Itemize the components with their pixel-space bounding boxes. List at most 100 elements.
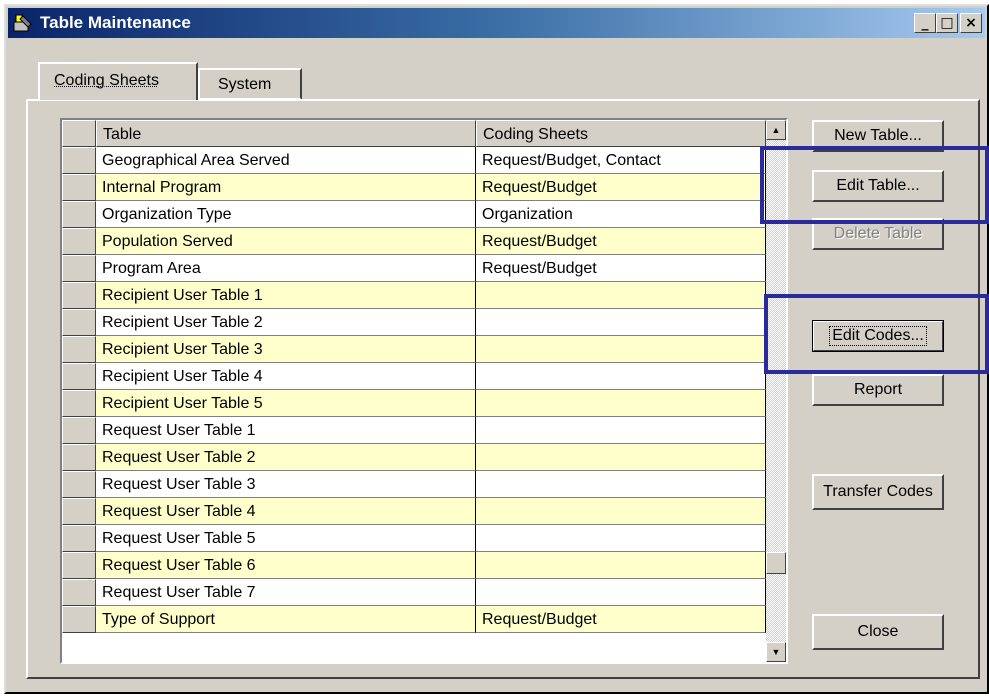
cell-table-name[interactable]: Request User Table 2	[96, 444, 476, 471]
title-bar[interactable]: Table Maintenance _ □ ×	[8, 8, 985, 38]
cell-coding-sheets[interactable]	[476, 498, 766, 525]
cell-table-name[interactable]: Request User Table 3	[96, 471, 476, 498]
minimize-icon: _	[921, 15, 929, 31]
cell-coding-sheets[interactable]	[476, 444, 766, 471]
report-label: Report	[853, 381, 903, 398]
cell-table-name[interactable]: Internal Program	[96, 174, 476, 201]
cell-coding-sheets[interactable]	[476, 579, 766, 606]
table-row[interactable]: Type of Support Request/Budget	[62, 606, 766, 633]
row-selector[interactable]	[62, 336, 96, 363]
table-row[interactable]: Recipient User Table 1	[62, 282, 766, 309]
table-row[interactable]: Recipient User Table 3	[62, 336, 766, 363]
cell-coding-sheets[interactable]	[476, 309, 766, 336]
tables-grid[interactable]: Table Coding Sheets Geographical Area Se…	[60, 118, 788, 664]
transfer-codes-label: Transfer Codes	[823, 483, 933, 500]
row-selector[interactable]	[62, 390, 96, 417]
arrow-up-icon: ▲	[771, 125, 781, 135]
table-row[interactable]: Request User Table 5	[62, 525, 766, 552]
maximize-button[interactable]: □	[936, 13, 958, 33]
row-selector[interactable]	[62, 255, 96, 282]
column-header-table[interactable]: Table	[96, 120, 476, 147]
cell-coding-sheets[interactable]	[476, 417, 766, 444]
table-row[interactable]: Recipient User Table 2	[62, 309, 766, 336]
cell-table-name[interactable]: Geographical Area Served	[96, 147, 476, 174]
table-row[interactable]: Recipient User Table 4	[62, 363, 766, 390]
row-selector[interactable]	[62, 147, 96, 174]
cell-coding-sheets[interactable]	[476, 390, 766, 417]
cell-coding-sheets[interactable]: Request/Budget, Contact	[476, 147, 766, 174]
cell-coding-sheets[interactable]: Request/Budget	[476, 174, 766, 201]
cell-coding-sheets[interactable]	[476, 336, 766, 363]
table-row[interactable]: Request User Table 1	[62, 417, 766, 444]
row-selector[interactable]	[62, 606, 96, 633]
cell-coding-sheets[interactable]	[476, 525, 766, 552]
tab-coding-sheets-label: Coding Sheets	[54, 72, 159, 89]
cell-coding-sheets[interactable]: Request/Budget	[476, 228, 766, 255]
scroll-up-button[interactable]: ▲	[766, 120, 786, 140]
cell-table-name[interactable]: Recipient User Table 1	[96, 282, 476, 309]
row-selector[interactable]	[62, 579, 96, 606]
table-row[interactable]: Request User Table 2	[62, 444, 766, 471]
table-row[interactable]: Program Area Request/Budget	[62, 255, 766, 282]
cell-table-name[interactable]: Program Area	[96, 255, 476, 282]
row-selector[interactable]	[62, 417, 96, 444]
tab-system[interactable]: System	[198, 68, 302, 100]
app-icon	[13, 14, 32, 32]
cell-table-name[interactable]: Request User Table 5	[96, 525, 476, 552]
table-row[interactable]: Organization Type Organization	[62, 201, 766, 228]
row-selector[interactable]	[62, 201, 96, 228]
close-window-button[interactable]: ×	[960, 13, 982, 33]
scroll-thumb[interactable]	[766, 552, 786, 574]
cell-coding-sheets[interactable]: Request/Budget	[476, 255, 766, 282]
table-row[interactable]: Request User Table 7	[62, 579, 766, 606]
minimize-button[interactable]: _	[914, 13, 936, 33]
row-selector[interactable]	[62, 471, 96, 498]
cell-coding-sheets[interactable]: Request/Budget	[476, 606, 766, 633]
table-row[interactable]: Request User Table 4	[62, 498, 766, 525]
close-button[interactable]: Close	[812, 614, 944, 650]
tab-coding-sheets[interactable]: Coding Sheets	[38, 62, 198, 100]
close-label: Close	[857, 623, 899, 640]
cell-table-name[interactable]: Type of Support	[96, 606, 476, 633]
cell-table-name[interactable]: Recipient User Table 4	[96, 363, 476, 390]
scroll-down-button[interactable]: ▼	[766, 642, 786, 662]
cell-coding-sheets[interactable]	[476, 552, 766, 579]
row-selector[interactable]	[62, 552, 96, 579]
cell-coding-sheets[interactable]	[476, 471, 766, 498]
column-header-coding-sheets[interactable]: Coding Sheets	[476, 120, 766, 147]
cell-table-name[interactable]: Request User Table 6	[96, 552, 476, 579]
table-row[interactable]: Request User Table 6	[62, 552, 766, 579]
delete-table-label: Delete Table	[833, 225, 923, 242]
cell-table-name[interactable]: Request User Table 1	[96, 417, 476, 444]
cell-coding-sheets[interactable]	[476, 282, 766, 309]
row-selector[interactable]	[62, 309, 96, 336]
transfer-codes-button[interactable]: Transfer Codes	[812, 474, 944, 510]
arrow-down-icon: ▼	[771, 647, 781, 657]
row-selector[interactable]	[62, 174, 96, 201]
cell-table-name[interactable]: Request User Table 7	[96, 579, 476, 606]
close-icon: ×	[965, 15, 977, 31]
table-row[interactable]: Internal Program Request/Budget	[62, 174, 766, 201]
cell-table-name[interactable]: Population Served	[96, 228, 476, 255]
table-row[interactable]: Population Served Request/Budget	[62, 228, 766, 255]
table-row[interactable]: Geographical Area Served Request/Budget, …	[62, 147, 766, 174]
row-selector[interactable]	[62, 525, 96, 552]
row-selector[interactable]	[62, 228, 96, 255]
cell-table-name[interactable]: Recipient User Table 2	[96, 309, 476, 336]
cell-table-name[interactable]: Request User Table 4	[96, 498, 476, 525]
row-selector[interactable]	[62, 282, 96, 309]
maximize-icon: □	[940, 15, 954, 31]
cell-coding-sheets[interactable]	[476, 363, 766, 390]
cell-table-name[interactable]: Organization Type	[96, 201, 476, 228]
header-corner	[62, 120, 96, 147]
table-row[interactable]: Request User Table 3	[62, 471, 766, 498]
row-selector[interactable]	[62, 444, 96, 471]
cell-table-name[interactable]: Recipient User Table 5	[96, 390, 476, 417]
cell-coding-sheets[interactable]: Organization	[476, 201, 766, 228]
row-selector[interactable]	[62, 363, 96, 390]
table-row[interactable]: Recipient User Table 5	[62, 390, 766, 417]
row-selector[interactable]	[62, 498, 96, 525]
highlight-box-edit-table	[760, 146, 989, 224]
report-button[interactable]: Report	[812, 374, 944, 406]
cell-table-name[interactable]: Recipient User Table 3	[96, 336, 476, 363]
